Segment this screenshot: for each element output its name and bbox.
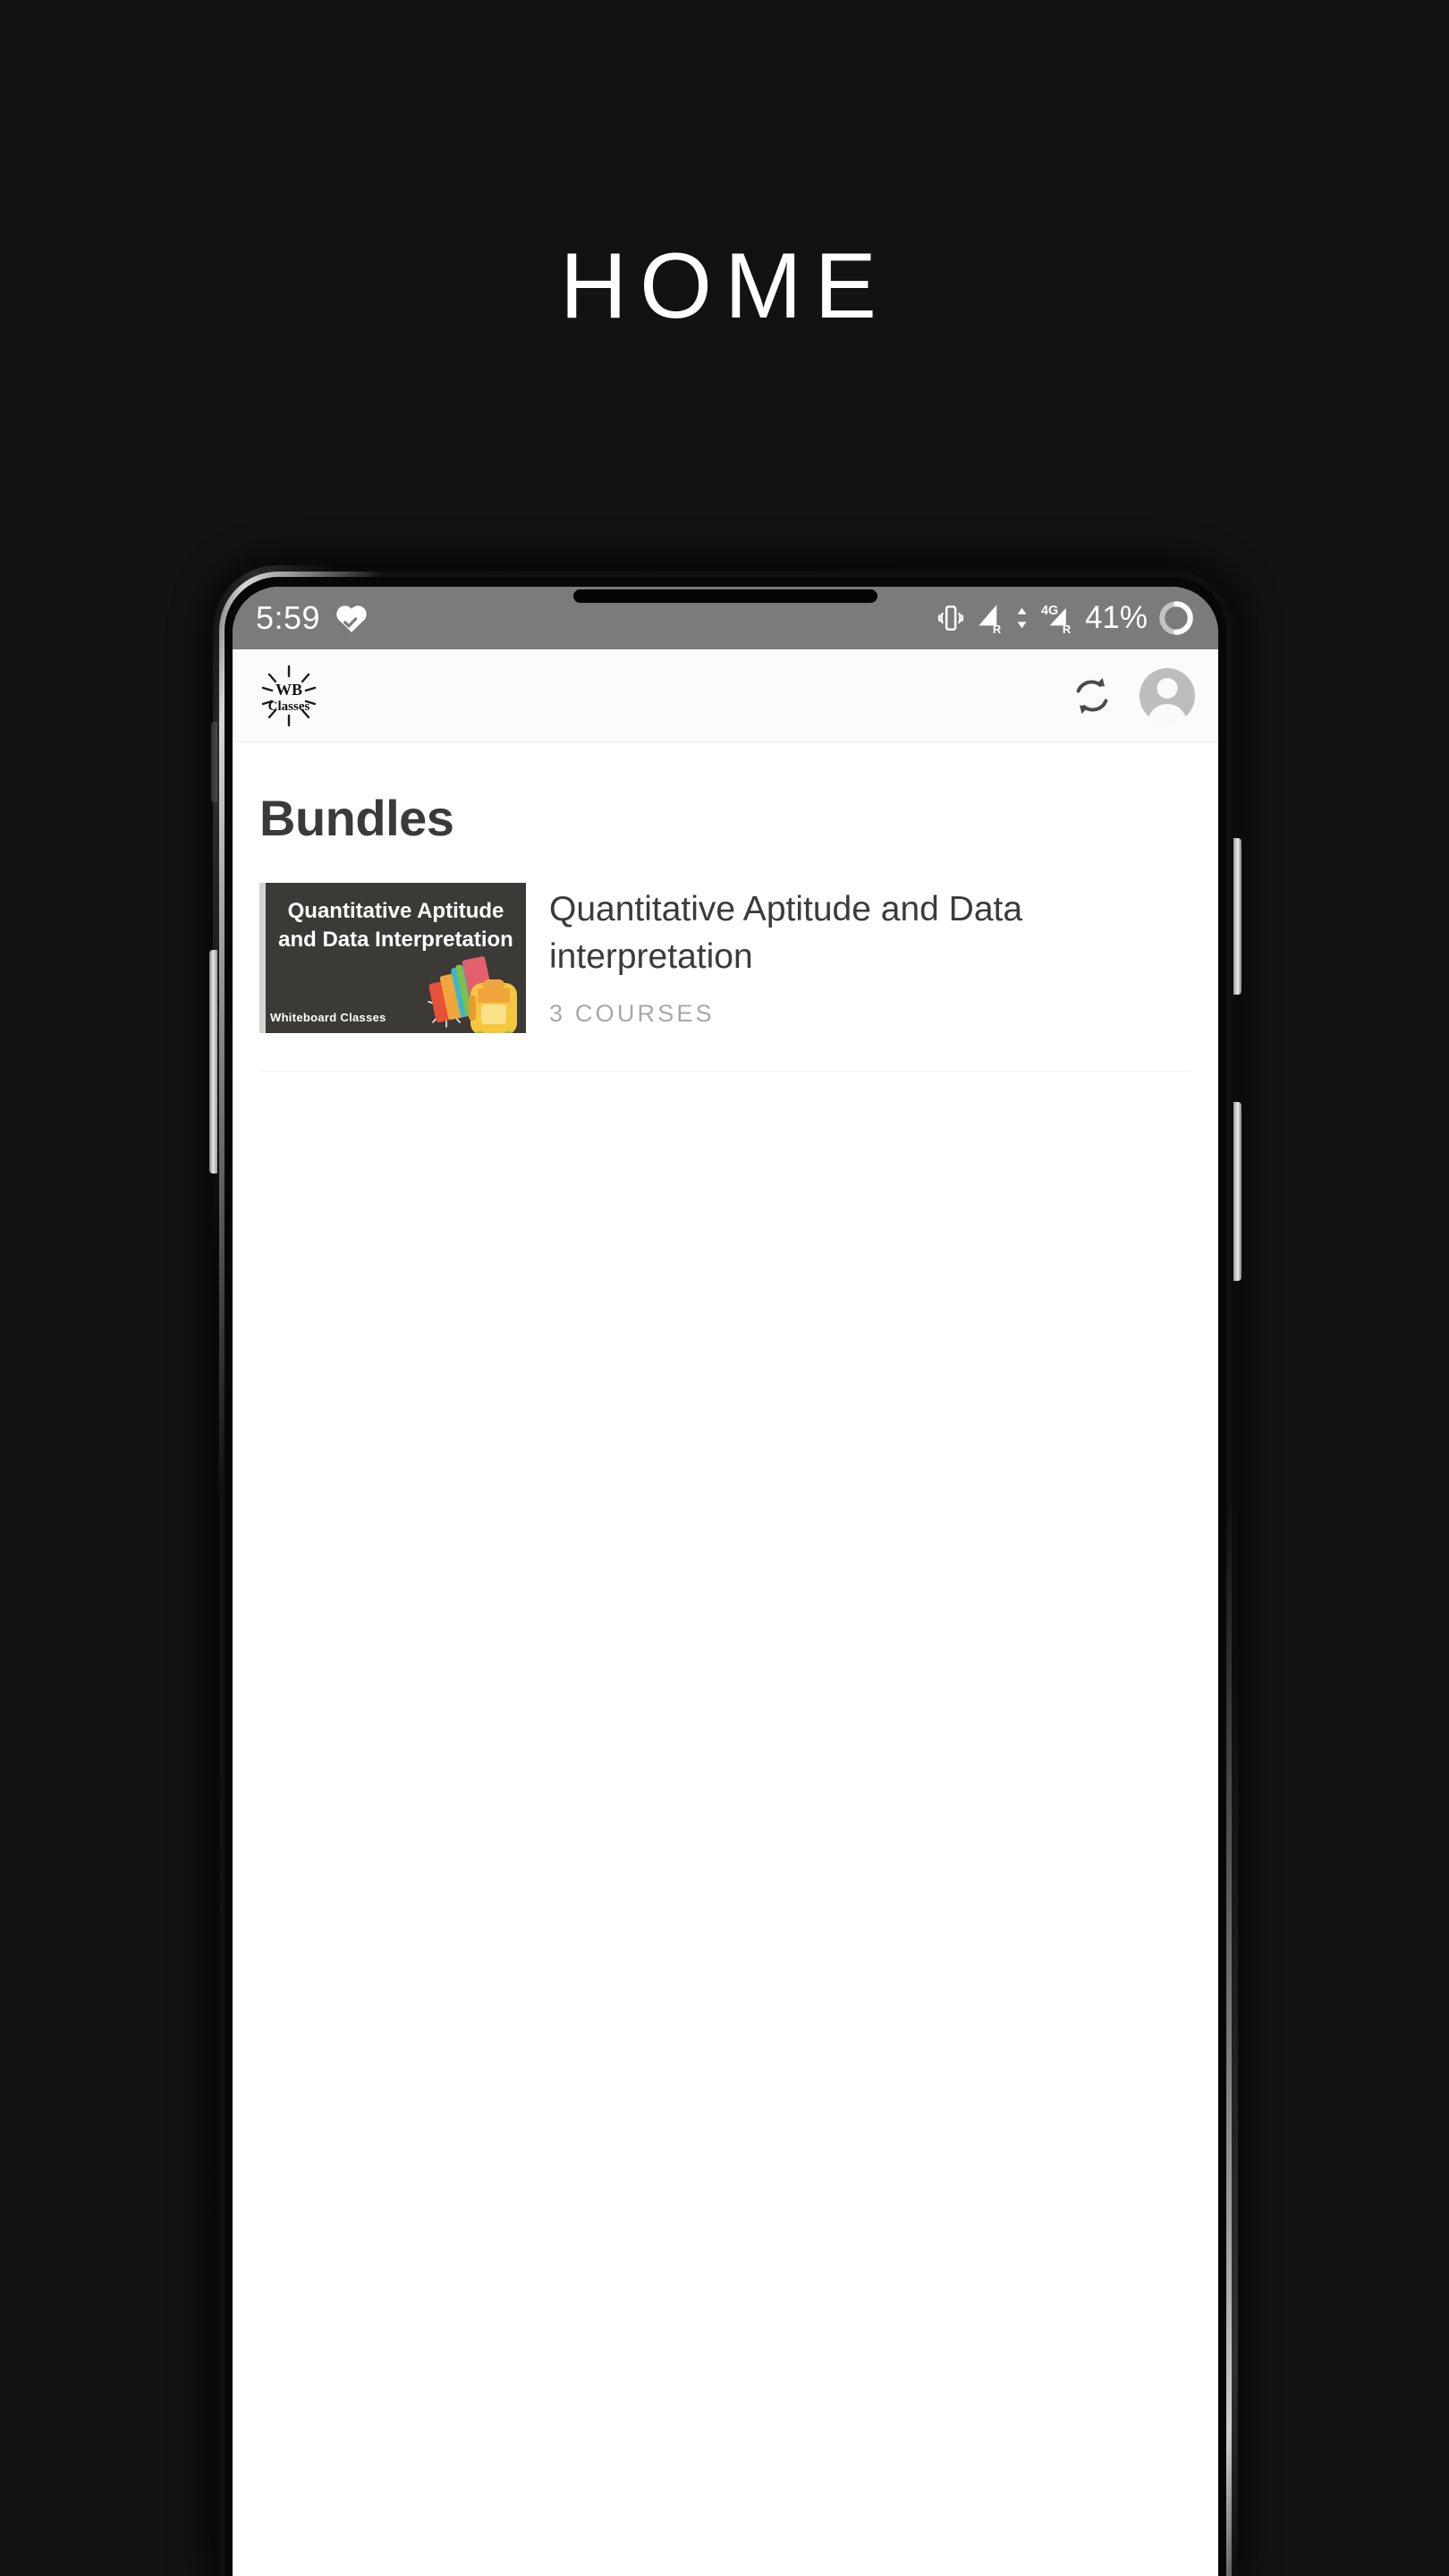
hardware-button-volume[interactable] [209, 950, 217, 1174]
phone-screen: 5:59 R 4G R 41% WB Classes Bundles Quant… [233, 587, 1218, 2576]
status-bar-right: R 4G R 41% [937, 599, 1195, 637]
logo-line1: WB [275, 681, 302, 699]
phone-device: 5:59 R 4G R 41% WB Classes Bundles Quant… [209, 565, 1241, 2576]
list-divider [259, 1071, 1191, 1072]
avatar[interactable] [1140, 667, 1195, 724]
earpiece-speaker [573, 589, 877, 603]
app-bar: WB Classes [233, 649, 1218, 742]
page-title: HOME [560, 234, 889, 338]
heart-health-icon [335, 603, 369, 633]
bundle-thumbnail[interactable]: Quantitative Aptitude and Data Interpret… [259, 883, 526, 1033]
thumbnail-watermark: Whiteboard Classes [270, 1011, 386, 1024]
refresh-icon[interactable] [1070, 674, 1114, 718]
vibrate-icon [937, 603, 964, 633]
status-bar-clock: 5:59 [256, 599, 321, 636]
battery-percent-label: 41% [1084, 600, 1148, 635]
logo-line2: Classes [268, 699, 310, 714]
hardware-button-power[interactable] [1233, 838, 1241, 995]
svg-text:R: R [1063, 623, 1072, 634]
signal-bars-icon: R [974, 602, 1004, 634]
status-bar-left: 5:59 [256, 599, 369, 637]
svg-text:4G: 4G [1041, 604, 1058, 618]
bundle-course-count: 3 COURSES [549, 1000, 715, 1028]
bundle-title: Quantitative Aptitude and Data interpret… [549, 890, 1023, 976]
data-transfer-arrows-icon [1014, 603, 1030, 633]
battery-ring-icon [1157, 599, 1195, 637]
bundle-details: Quantitative Aptitude and Data interpret… [549, 883, 1068, 1028]
signal-bars-4g-icon: 4G R [1039, 602, 1075, 634]
thumbnail-headline: Quantitative Aptitude and Data Interpret… [278, 899, 513, 952]
screenshot-stage: HOME 5:59 R 4G R 41% WB Classes Bundles … [0, 0, 1449, 2576]
svg-text:R: R [993, 623, 1002, 634]
app-bar-actions [1070, 667, 1195, 724]
content-area: Bundles Quantitative Aptitude and Data I… [233, 742, 1218, 2576]
app-logo[interactable]: WB Classes [256, 663, 322, 729]
backpack-books-illustration-icon [428, 956, 517, 1033]
list-item[interactable]: Quantitative Aptitude and Data Interpret… [233, 883, 1218, 1033]
section-title-bundles: Bundles [259, 790, 454, 846]
bundle-list: Quantitative Aptitude and Data Interpret… [233, 883, 1218, 1072]
hardware-button-assistant[interactable] [211, 722, 217, 802]
hardware-button-secondary[interactable] [1233, 1102, 1241, 1281]
